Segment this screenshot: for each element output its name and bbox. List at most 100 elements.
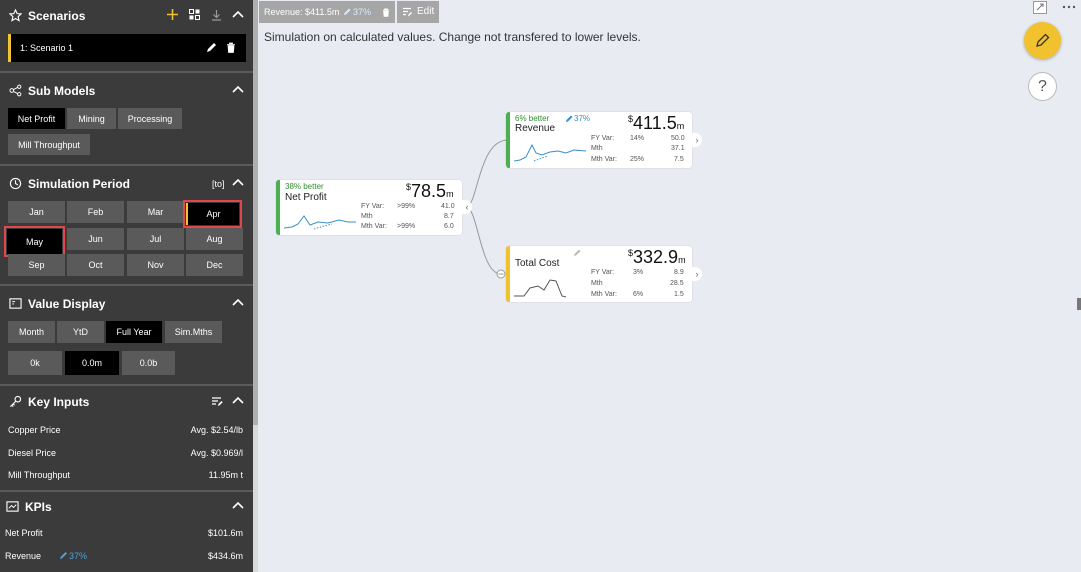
key-input-label: Mill Throughput <box>8 470 70 480</box>
period-mode-tag[interactable]: [to] <box>212 179 225 189</box>
chevron-up-icon[interactable] <box>231 296 245 310</box>
stat-pct: 3% <box>633 269 644 276</box>
help-button[interactable]: ? <box>1028 72 1057 101</box>
node-title: Net Profit <box>285 192 327 203</box>
submodel-mining-button[interactable]: Mining <box>67 108 116 129</box>
submodel-net-profit-button[interactable]: Net Profit <box>8 108 65 129</box>
edit-button-label: Edit <box>417 6 435 17</box>
node-value: $411.5m <box>628 113 684 134</box>
download-icon[interactable] <box>211 9 222 21</box>
focus-mode-icon[interactable] <box>1033 1 1047 14</box>
key-input-value[interactable]: Avg. $0.969/l <box>191 448 243 458</box>
month-jul-button[interactable]: Jul <box>127 228 184 250</box>
stat-label: FY Var: <box>361 203 385 210</box>
star-icon <box>9 9 22 22</box>
trash-icon[interactable] <box>382 8 390 17</box>
stat-value: 1.5 <box>674 291 684 298</box>
stat-pct: >99% <box>397 223 416 230</box>
display-full-year-button[interactable]: Full Year <box>106 321 162 343</box>
grid-icon[interactable] <box>189 9 200 20</box>
month-apr-button[interactable]: Apr <box>183 200 242 228</box>
month-nov-button[interactable]: Nov <box>127 254 184 276</box>
stat-value: 8.9 <box>674 269 684 276</box>
node-change-pct: 37% <box>574 114 591 123</box>
kpi-label: Net Profit <box>5 528 43 538</box>
pencil-icon[interactable] <box>206 42 217 53</box>
chevron-up-icon[interactable] <box>231 8 245 22</box>
divider <box>0 71 253 73</box>
stat-label: Mth <box>591 145 603 152</box>
chevron-up-icon[interactable] <box>231 83 245 97</box>
month-aug-button[interactable]: Aug <box>186 228 243 250</box>
stat-label: Mth Var: <box>591 156 617 163</box>
canvas-resize-handle[interactable] <box>1077 298 1081 310</box>
month-sep-button[interactable]: Sep <box>8 254 65 276</box>
chevron-up-icon[interactable] <box>231 394 245 408</box>
scenarios-title: Scenarios <box>28 9 86 23</box>
expand-children-toggle[interactable]: › <box>692 267 702 281</box>
pencil-icon[interactable] <box>573 249 581 257</box>
clock-icon <box>9 177 22 190</box>
main-canvas: Revenue: $411.5m 37% Edit Simulation on … <box>258 0 1081 572</box>
submodel-mill-throughput-button[interactable]: Mill Throughput <box>8 134 90 155</box>
expand-children-toggle[interactable]: › <box>692 133 702 147</box>
node-status-bar <box>276 180 280 235</box>
node-better-label: 6% better <box>515 114 550 123</box>
simulation-chip[interactable]: Revenue: $411.5m 37% <box>259 1 395 23</box>
month-may-button[interactable]: May <box>4 226 65 257</box>
kpi-chart-icon <box>6 501 19 512</box>
stat-pct: 25% <box>630 156 645 163</box>
share-nodes-icon <box>9 84 22 97</box>
node-unit: m <box>676 121 685 131</box>
scenario-item[interactable]: 1: Scenario 1 <box>8 34 246 62</box>
pencil-icon <box>60 552 67 559</box>
add-scenario-icon[interactable] <box>166 8 179 21</box>
sub-models-header: Sub Models <box>0 80 253 102</box>
stat-value: 28.5 <box>670 280 684 287</box>
month-feb-button[interactable]: Feb <box>67 201 124 223</box>
submodel-processing-button[interactable]: Processing <box>118 108 182 129</box>
stat-pct: 6% <box>633 291 644 298</box>
edit-button[interactable]: Edit <box>397 1 439 23</box>
format-0k-button[interactable]: 0k <box>8 351 62 375</box>
display-sim-mths-button[interactable]: Sim.Mths <box>165 321 222 343</box>
display-ytd-button[interactable]: YtD <box>57 321 104 343</box>
more-options-icon[interactable] <box>1062 5 1076 9</box>
key-input-label: Copper Price <box>8 425 61 435</box>
kpis-header: KPIs <box>0 496 253 518</box>
stat-value: 50.0 <box>671 135 685 142</box>
key-inputs-header: Key Inputs <box>0 391 253 413</box>
month-jan-button[interactable]: Jan <box>8 201 65 223</box>
format-0-0m-button[interactable]: 0.0m <box>65 351 119 375</box>
key-input-value[interactable]: Avg. $2.54/lb <box>191 425 243 435</box>
node-total-cost[interactable]: Total Cost $332.9m FY Var: 3% 8.9 Mth 28… <box>506 246 692 302</box>
month-oct-button[interactable]: Oct <box>67 254 124 276</box>
stat-label: FY Var: <box>591 269 615 276</box>
key-inputs-title: Key Inputs <box>28 395 90 409</box>
node-value: $332.9m <box>628 247 686 268</box>
node-net-profit[interactable]: 38% better Net Profit $78.5m FY Var: >99… <box>276 180 462 235</box>
pencil-icon <box>566 115 573 122</box>
display-month-button[interactable]: Month <box>8 321 55 343</box>
month-jun-button[interactable]: Jun <box>67 228 124 250</box>
edit-list-icon[interactable] <box>211 396 223 407</box>
node-value-number: 78.5 <box>411 181 447 201</box>
node-sparkline <box>514 143 586 162</box>
month-dec-button[interactable]: Dec <box>186 254 243 276</box>
node-status-bar <box>506 112 510 168</box>
kpi-label: Revenue <box>5 551 42 561</box>
value-display-title: Value Display <box>28 297 106 311</box>
trash-icon[interactable] <box>226 42 236 53</box>
node-value-number: 411.5 <box>633 113 677 133</box>
node-revenue[interactable]: 6% better 37% Revenue $411.5m FY Var: 14… <box>506 112 692 168</box>
chevron-up-icon[interactable] <box>231 499 245 513</box>
month-mar-button[interactable]: Mar <box>127 201 184 223</box>
kpi-value: $101.6m <box>207 528 243 538</box>
chevron-up-icon[interactable] <box>231 176 245 190</box>
stat-label: Mth Var: <box>591 291 617 298</box>
simulation-period-header: Simulation Period [to] <box>0 173 253 195</box>
format-0-0b-button[interactable]: 0.0b <box>122 351 175 375</box>
key-input-value[interactable]: 11.95m t <box>209 470 243 480</box>
edit-simulation-button[interactable] <box>1024 22 1061 59</box>
stat-value: 8.7 <box>444 213 454 220</box>
